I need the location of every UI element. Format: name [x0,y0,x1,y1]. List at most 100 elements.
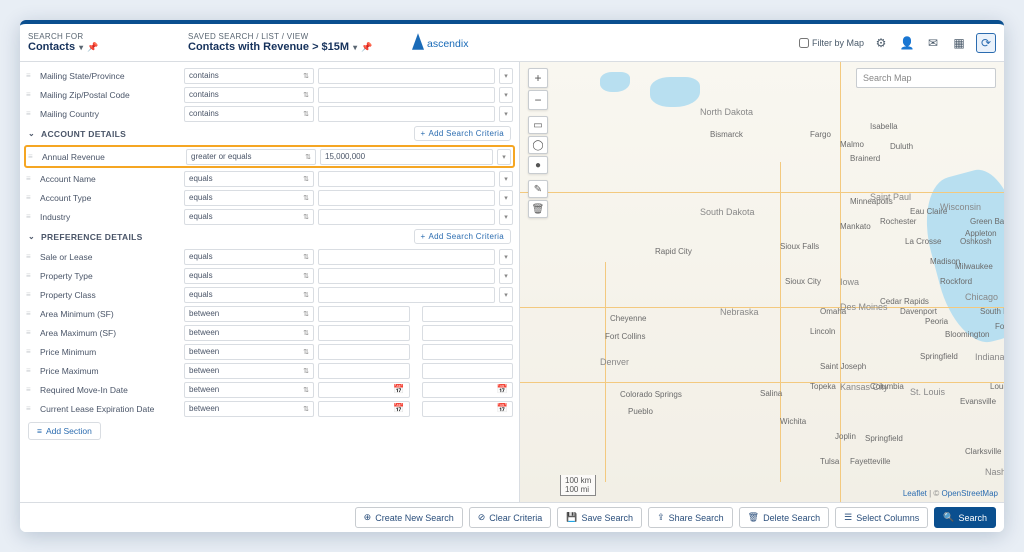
operator-select[interactable]: contains [184,68,314,84]
operator-select[interactable]: between [184,382,314,398]
add-criteria-button[interactable]: +Add Search Criteria [414,229,512,244]
drag-handle-icon[interactable]: ≡ [28,154,38,160]
drag-handle-icon[interactable]: ≡ [26,292,36,298]
value-dropdown[interactable]: ▾ [499,209,513,225]
map-canvas[interactable]: BismarckFargoSaint PaulMinneapolisSioux … [520,62,1004,502]
date-from-input[interactable]: 📅 [318,382,410,398]
operator-select[interactable]: contains [184,106,314,122]
clear-criteria-button[interactable]: ⊘Clear Criteria [469,507,552,528]
value-input[interactable] [318,190,495,206]
saved-search-value[interactable]: Contacts with Revenue > $15M ▾ 📌 [188,41,388,53]
operator-select[interactable]: greater or equals [186,149,316,165]
value-dropdown[interactable]: ▾ [499,68,513,84]
value-to-input[interactable] [422,325,514,341]
value-input[interactable] [318,87,495,103]
drag-handle-icon[interactable]: ≡ [26,195,36,201]
add-section-button[interactable]: ≡ Add Section [28,422,101,440]
calendar-icon[interactable]: 📅 [393,384,404,395]
delete-shapes-button[interactable]: 🗑 [528,200,548,218]
gear-icon[interactable]: ⚙ [872,34,890,52]
drag-handle-icon[interactable]: ≡ [26,406,36,412]
user-icon[interactable]: 👤 [898,34,916,52]
operator-select[interactable]: equals [184,249,314,265]
share-search-button[interactable]: ⇪Share Search [648,507,733,528]
filter-by-map-checkbox[interactable]: Filter by Map [799,38,864,48]
calendar-icon[interactable]: 📅 [393,403,404,414]
value-dropdown[interactable]: ▾ [499,171,513,187]
add-criteria-button[interactable]: +Add Search Criteria [414,126,512,141]
drag-handle-icon[interactable]: ≡ [26,311,36,317]
search-button[interactable]: 🔍Search [934,507,996,528]
value-from-input[interactable] [318,325,410,341]
map-pane[interactable]: BismarckFargoSaint PaulMinneapolisSioux … [520,62,1004,502]
refresh-icon[interactable]: ⟳ [976,33,996,53]
value-dropdown[interactable]: ▾ [499,287,513,303]
operator-select[interactable]: between [184,325,314,341]
operator-select[interactable]: equals [184,209,314,225]
operator-select[interactable]: equals [184,171,314,187]
operator-select[interactable]: equals [184,268,314,284]
delete-search-button[interactable]: 🗑Delete Search [739,507,829,528]
date-to-input[interactable]: 📅 [422,401,514,417]
value-input[interactable] [318,209,495,225]
pin-icon[interactable]: 📌 [361,42,372,53]
value-from-input[interactable] [318,306,410,322]
value-dropdown[interactable]: ▾ [499,268,513,284]
value-input[interactable]: 15,000,000 [320,149,493,165]
drag-handle-icon[interactable]: ≡ [26,214,36,220]
saved-search-block[interactable]: SAVED SEARCH / LIST / VIEW Contacts with… [188,32,388,53]
date-to-input[interactable]: 📅 [422,382,514,398]
date-from-input[interactable]: 📅 [318,401,410,417]
grid-icon[interactable]: ▦ [950,34,968,52]
value-dropdown[interactable]: ▾ [499,249,513,265]
value-to-input[interactable] [422,344,514,360]
drag-handle-icon[interactable]: ≡ [26,176,36,182]
draw-rect-button[interactable]: ▭ [528,116,548,134]
operator-select[interactable]: between [184,363,314,379]
value-input[interactable] [318,249,495,265]
value-dropdown[interactable]: ▾ [499,106,513,122]
search-for-block[interactable]: SEARCH FOR Contacts ▾ 📌 [28,32,188,53]
drag-handle-icon[interactable]: ≡ [26,254,36,260]
drag-handle-icon[interactable]: ≡ [26,273,36,279]
value-input[interactable] [318,171,495,187]
operator-select[interactable]: between [184,344,314,360]
value-dropdown[interactable]: ▾ [499,190,513,206]
drag-handle-icon[interactable]: ≡ [26,92,36,98]
operator-select[interactable]: between [184,306,314,322]
select-columns-button[interactable]: ☰Select Columns [835,507,928,528]
value-input[interactable] [318,287,495,303]
operator-select[interactable]: contains [184,87,314,103]
edit-shapes-button[interactable]: ✎ [528,180,548,198]
section-account-details[interactable]: ⌄ ACCOUNT DETAILS +Add Search Criteria [20,123,519,144]
value-from-input[interactable] [318,363,410,379]
value-dropdown[interactable]: ▾ [497,149,511,165]
create-new-search-button[interactable]: ⊕Create New Search [355,507,463,528]
operator-select[interactable]: equals [184,287,314,303]
calendar-icon[interactable]: 📅 [497,403,508,414]
draw-circle-button[interactable]: ◯ [528,136,548,154]
drag-handle-icon[interactable]: ≡ [26,111,36,117]
save-search-button[interactable]: 💾Save Search [557,507,642,528]
value-to-input[interactable] [422,306,514,322]
drag-handle-icon[interactable]: ≡ [26,368,36,374]
operator-select[interactable]: equals [184,190,314,206]
operator-select[interactable]: between [184,401,314,417]
map-search-input[interactable]: Search Map [856,68,996,88]
value-input[interactable] [318,68,495,84]
mail-icon[interactable]: ✉ [924,34,942,52]
drag-handle-icon[interactable]: ≡ [26,387,36,393]
calendar-icon[interactable]: 📅 [497,384,508,395]
section-preference-details[interactable]: ⌄ PREFERENCE DETAILS +Add Search Criteri… [20,226,519,247]
drag-handle-icon[interactable]: ≡ [26,73,36,79]
value-input[interactable] [318,268,495,284]
draw-marker-button[interactable]: ● [528,156,548,174]
zoom-in-button[interactable]: + [528,68,548,88]
drag-handle-icon[interactable]: ≡ [26,330,36,336]
drag-handle-icon[interactable]: ≡ [26,349,36,355]
value-input[interactable] [318,106,495,122]
value-from-input[interactable] [318,344,410,360]
pin-icon[interactable]: 📌 [87,42,98,53]
value-dropdown[interactable]: ▾ [499,87,513,103]
zoom-out-button[interactable]: − [528,90,548,110]
